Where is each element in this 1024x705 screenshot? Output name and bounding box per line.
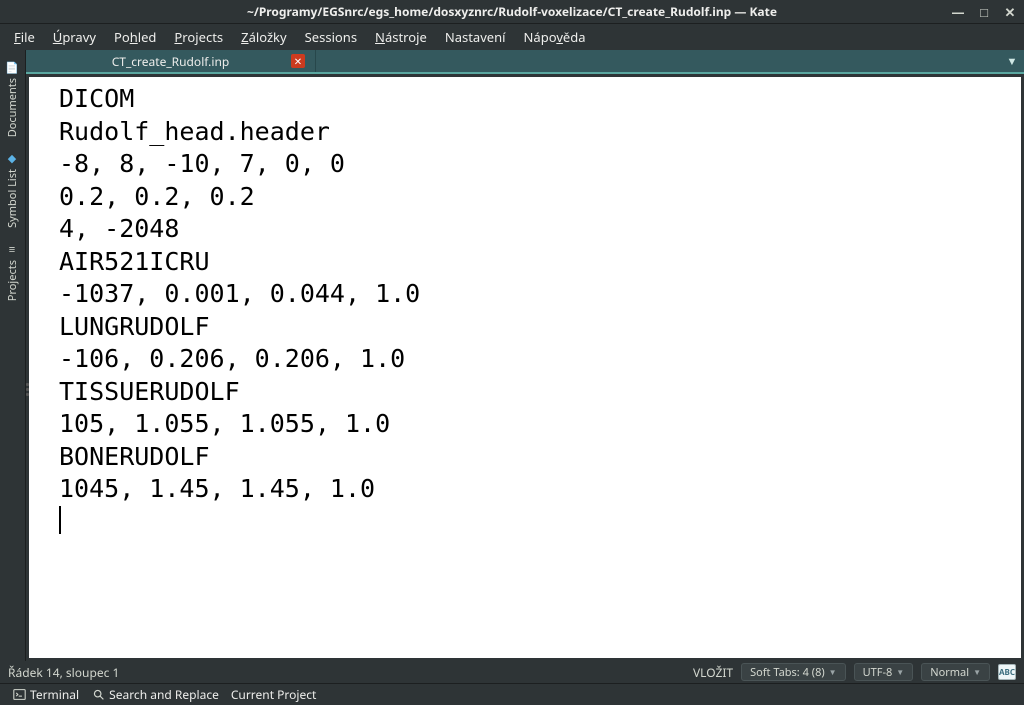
menu-sessions[interactable]: Sessions	[297, 25, 365, 49]
chevron-down-icon: ▼	[896, 667, 904, 678]
tab-close-icon[interactable]: ✕	[291, 54, 305, 68]
left-sidebar: Documents 📄 Symbol List ◆ Projects ≡	[0, 50, 26, 661]
sidebar-item-symbol-list[interactable]: Symbol List ◆	[1, 145, 24, 234]
main-layout: Documents 📄 Symbol List ◆ Projects ≡ CT_…	[0, 50, 1024, 661]
encoding-label: UTF-8	[863, 665, 893, 680]
splitter-handle[interactable]	[26, 380, 30, 398]
search-icon	[91, 688, 105, 702]
text-editor[interactable]: DICOM Rudolf_head.header -8, 8, -10, 7, …	[29, 77, 1021, 658]
chevron-down-icon: ▼	[829, 667, 837, 678]
menubar: File Úpravy Pohled Projects Záložky Sess…	[0, 24, 1024, 50]
maximize-button[interactable]: □	[976, 4, 992, 20]
sidebar-item-documents[interactable]: Documents 📄	[1, 54, 24, 143]
sidebar-item-projects[interactable]: Projects ≡	[1, 236, 24, 307]
cursor-position-label: Řádek 14, sloupec 1	[8, 664, 119, 681]
tab-overflow-dropdown[interactable]: ▼	[1000, 50, 1024, 72]
menu-file[interactable]: File	[6, 25, 43, 49]
editor-area: CT_create_Rudolf.inp ✕ ▼ DICOM Rudolf_he…	[26, 50, 1024, 661]
bottom-current-project[interactable]: Current Project	[227, 684, 321, 705]
tab-ct-create-rudolf[interactable]: CT_create_Rudolf.inp ✕	[26, 50, 316, 72]
projects-icon: ≡	[6, 242, 20, 256]
symbol-list-icon: ◆	[6, 151, 20, 165]
menu-pohled[interactable]: Pohled	[106, 25, 164, 49]
mode-label: Normal	[930, 665, 969, 680]
chevron-down-icon: ▼	[973, 667, 981, 678]
editor-frame: DICOM Rudolf_head.header -8, 8, -10, 7, …	[26, 74, 1024, 661]
bottom-terminal[interactable]: Terminal	[8, 684, 83, 705]
indent-label: Soft Tabs: 4 (8)	[750, 665, 825, 680]
close-button[interactable]: ✕	[1002, 4, 1018, 20]
menu-upravy[interactable]: Úpravy	[45, 25, 104, 49]
bottom-project-label: Current Project	[231, 686, 317, 703]
indent-selector[interactable]: Soft Tabs: 4 (8) ▼	[741, 663, 846, 681]
menu-zalozky[interactable]: Záložky	[233, 25, 295, 49]
window-title: ~/Programy/EGSnrc/egs_home/dosxyznrc/Rud…	[247, 3, 777, 20]
sidebar-item-label: Documents	[5, 78, 20, 137]
bottom-search[interactable]: Search and Replace	[87, 684, 223, 705]
menu-nastaveni[interactable]: Nastavení	[437, 25, 514, 49]
mode-selector[interactable]: Normal ▼	[921, 663, 990, 681]
terminal-icon	[12, 688, 26, 702]
spellcheck-icon[interactable]: ABC	[998, 664, 1016, 680]
titlebar: ~/Programy/EGSnrc/egs_home/dosxyznrc/Rud…	[0, 0, 1024, 24]
bottombar: Terminal Search and Replace Current Proj…	[0, 683, 1024, 705]
encoding-selector[interactable]: UTF-8 ▼	[854, 663, 914, 681]
documents-icon: 📄	[6, 60, 20, 74]
tabbar: CT_create_Rudolf.inp ✕ ▼	[26, 50, 1024, 74]
tab-label: CT_create_Rudolf.inp	[112, 53, 230, 70]
bottom-terminal-label: Terminal	[30, 686, 79, 703]
menu-projects[interactable]: Projects	[166, 25, 231, 49]
sidebar-item-label: Symbol List	[5, 169, 20, 228]
menu-napoveda[interactable]: Nápověda	[516, 25, 594, 49]
statusbar: Řádek 14, sloupec 1 VLOŽIT Soft Tabs: 4 …	[0, 661, 1024, 683]
sidebar-item-label: Projects	[5, 260, 20, 301]
menu-nastroje[interactable]: Nástroje	[367, 25, 435, 49]
text-cursor	[59, 506, 61, 534]
window-controls: — □ ✕	[950, 0, 1018, 24]
minimize-button[interactable]: —	[950, 4, 966, 20]
insert-mode-label[interactable]: VLOŽIT	[693, 664, 733, 681]
bottom-search-label: Search and Replace	[109, 686, 219, 703]
editor-content: DICOM Rudolf_head.header -8, 8, -10, 7, …	[59, 83, 991, 506]
